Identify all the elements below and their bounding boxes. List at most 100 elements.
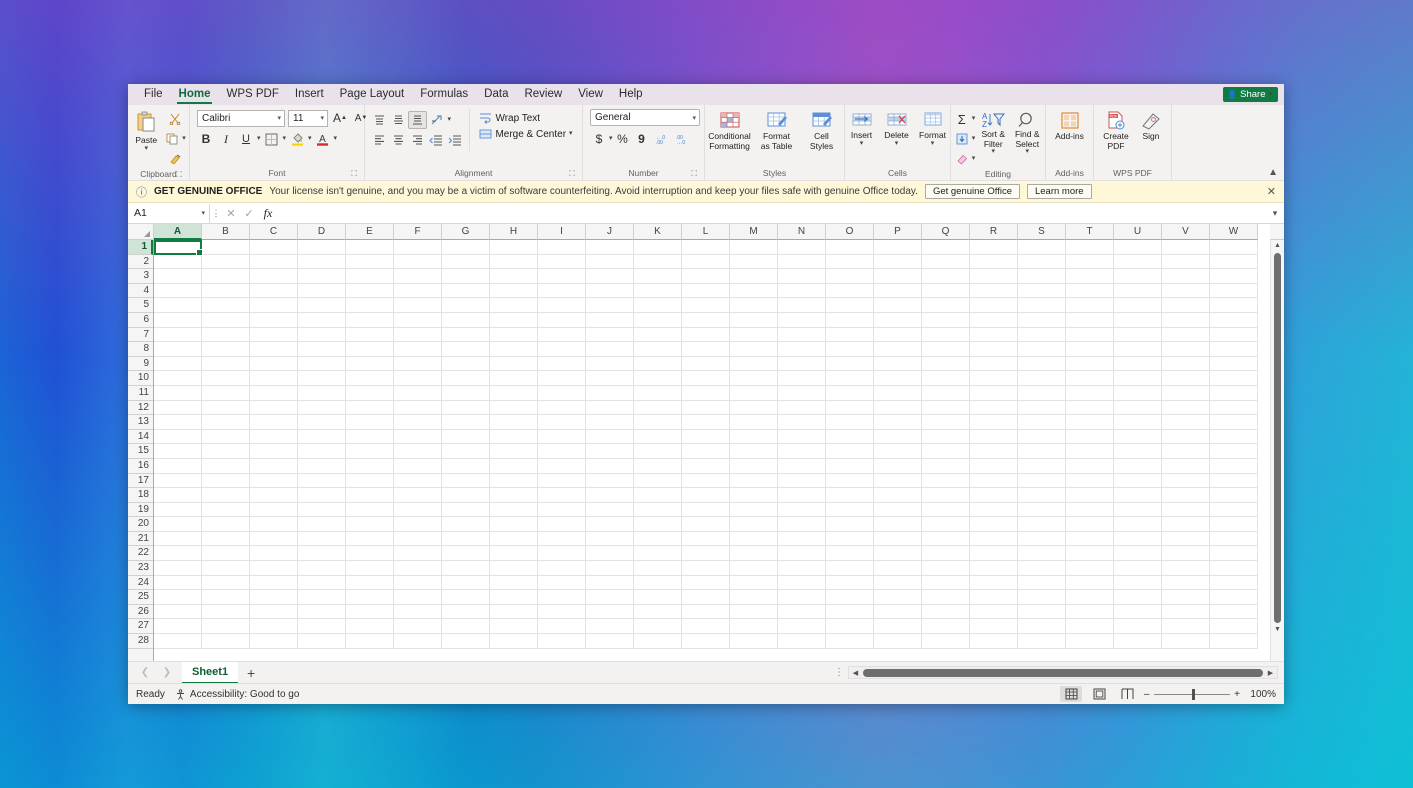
cell-V13[interactable]: [1162, 415, 1210, 430]
cell-E10[interactable]: [346, 371, 394, 386]
paste-button[interactable]: Paste ▾: [131, 109, 161, 154]
cell-P1[interactable]: [874, 240, 922, 255]
cell-V6[interactable]: [1162, 312, 1210, 328]
cell-D16[interactable]: [298, 458, 346, 474]
cell-S21[interactable]: [1018, 531, 1066, 547]
cell-F14[interactable]: [394, 429, 442, 445]
tab-review[interactable]: Review: [516, 84, 570, 105]
cell-R25[interactable]: [970, 590, 1018, 605]
cell-W25[interactable]: [1210, 590, 1258, 605]
cell-M1[interactable]: [730, 240, 778, 255]
cell-B9[interactable]: [202, 356, 250, 372]
cell-T2[interactable]: [1066, 254, 1114, 270]
cell-T14[interactable]: [1066, 429, 1114, 445]
cell-E12[interactable]: [346, 400, 394, 416]
cell-P27[interactable]: [874, 619, 922, 635]
row-header-14[interactable]: 14: [128, 430, 153, 445]
chevron-down-icon[interactable]: ▾: [972, 135, 976, 142]
cell-U15[interactable]: [1114, 444, 1162, 459]
chevron-down-icon[interactable]: ▾: [308, 135, 312, 142]
cell-L20[interactable]: [682, 517, 730, 532]
cell-S23[interactable]: [1018, 561, 1066, 576]
cell-S17[interactable]: [1018, 473, 1066, 489]
cell-T13[interactable]: [1066, 415, 1114, 430]
cell-W5[interactable]: [1210, 298, 1258, 313]
cell-J23[interactable]: [586, 561, 634, 576]
cell-K27[interactable]: [634, 619, 682, 635]
bold-button[interactable]: B: [197, 130, 215, 148]
cell-I9[interactable]: [538, 356, 586, 372]
cell-D20[interactable]: [298, 517, 346, 532]
select-all-corner-icon[interactable]: [128, 224, 154, 240]
cell-S7[interactable]: [1018, 327, 1066, 343]
cell-R17[interactable]: [970, 473, 1018, 489]
cell-C12[interactable]: [250, 400, 298, 416]
cell-N5[interactable]: [778, 298, 826, 313]
cell-C7[interactable]: [250, 327, 298, 343]
cell-U23[interactable]: [1114, 561, 1162, 576]
cell-H22[interactable]: [490, 546, 538, 562]
cell-P3[interactable]: [874, 269, 922, 284]
cell-H7[interactable]: [490, 327, 538, 343]
cell-B3[interactable]: [202, 269, 250, 284]
cell-T24[interactable]: [1066, 575, 1114, 591]
cell-P24[interactable]: [874, 575, 922, 591]
cell-L10[interactable]: [682, 371, 730, 386]
cell-U25[interactable]: [1114, 590, 1162, 605]
cell-F19[interactable]: [394, 502, 442, 518]
cell-K25[interactable]: [634, 590, 682, 605]
cell-D6[interactable]: [298, 312, 346, 328]
cell-L6[interactable]: [682, 312, 730, 328]
cell-D3[interactable]: [298, 269, 346, 284]
cell-O28[interactable]: [826, 634, 874, 649]
format-cells-button[interactable]: Format ▾: [915, 109, 950, 149]
cell-V11[interactable]: [1162, 385, 1210, 401]
cell-V3[interactable]: [1162, 269, 1210, 284]
cell-D12[interactable]: [298, 400, 346, 416]
align-right-button[interactable]: [408, 131, 426, 149]
align-middle-button[interactable]: [389, 111, 407, 129]
cell-Q7[interactable]: [922, 327, 970, 343]
row-header-4[interactable]: 4: [128, 284, 153, 299]
horizontal-scrollbar[interactable]: ◀ ▶: [848, 666, 1278, 679]
page-layout-view-button[interactable]: [1088, 686, 1110, 702]
tab-insert[interactable]: Insert: [287, 84, 332, 105]
cell-B18[interactable]: [202, 488, 250, 503]
cell-F5[interactable]: [394, 298, 442, 313]
cell-N3[interactable]: [778, 269, 826, 284]
cell-P14[interactable]: [874, 429, 922, 445]
cell-R2[interactable]: [970, 254, 1018, 270]
column-header-N[interactable]: N: [778, 224, 826, 240]
cell-C11[interactable]: [250, 385, 298, 401]
accessibility-status[interactable]: Accessibility: Good to go: [175, 689, 299, 700]
cell-K10[interactable]: [634, 371, 682, 386]
cell-E26[interactable]: [346, 604, 394, 620]
cell-B13[interactable]: [202, 415, 250, 430]
cell-Q23[interactable]: [922, 561, 970, 576]
cell-B12[interactable]: [202, 400, 250, 416]
cell-G25[interactable]: [442, 590, 490, 605]
row-header-11[interactable]: 11: [128, 386, 153, 401]
cell-H23[interactable]: [490, 561, 538, 576]
cell-R8[interactable]: [970, 342, 1018, 357]
scroll-down-icon[interactable]: ▼: [1274, 624, 1281, 636]
cell-B8[interactable]: [202, 342, 250, 357]
cell-P19[interactable]: [874, 502, 922, 518]
decrease-indent-button[interactable]: [427, 131, 445, 149]
increase-decimal-button[interactable]: ←.0 .00: [652, 130, 671, 148]
cell-L1[interactable]: [682, 240, 730, 255]
cell-F12[interactable]: [394, 400, 442, 416]
cell-G15[interactable]: [442, 444, 490, 459]
cell-V7[interactable]: [1162, 327, 1210, 343]
cell-D19[interactable]: [298, 502, 346, 518]
cell-H21[interactable]: [490, 531, 538, 547]
cell-F17[interactable]: [394, 473, 442, 489]
cell-M6[interactable]: [730, 312, 778, 328]
cell-I27[interactable]: [538, 619, 586, 635]
cell-O23[interactable]: [826, 561, 874, 576]
cell-O13[interactable]: [826, 415, 874, 430]
cell-M5[interactable]: [730, 298, 778, 313]
cell-L12[interactable]: [682, 400, 730, 416]
cell-U20[interactable]: [1114, 517, 1162, 532]
cell-G1[interactable]: [442, 240, 490, 255]
